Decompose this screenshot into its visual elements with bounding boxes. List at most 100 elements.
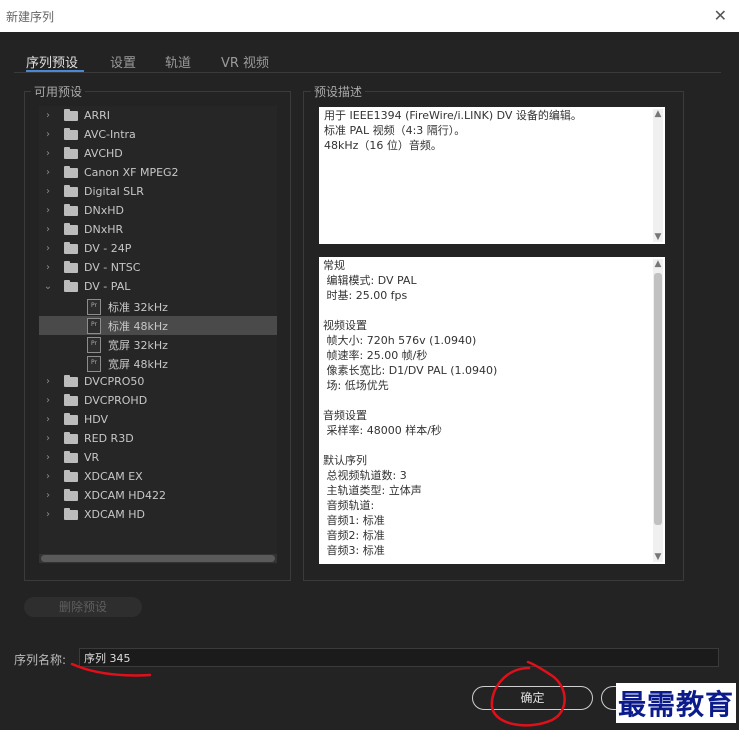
preset-item-label: 宽屏 48kHz <box>108 358 168 371</box>
folder-icon <box>64 280 78 292</box>
details-scrollbar[interactable]: ▲ ▼ <box>653 259 663 562</box>
preset-folder[interactable]: › Canon XF MPEG2 <box>39 164 277 183</box>
chevron-right-icon[interactable]: › <box>43 167 53 178</box>
chevron-down-icon[interactable]: ⌄ <box>43 281 53 292</box>
folder-icon <box>64 413 78 425</box>
preset-folder[interactable]: ⌄ DV - PAL <box>39 278 277 297</box>
folder-icon <box>64 185 78 197</box>
chevron-right-icon[interactable]: › <box>43 224 53 235</box>
chevron-right-icon[interactable]: › <box>43 243 53 254</box>
preset-folder[interactable]: › HDV <box>39 411 277 430</box>
scroll-up-icon[interactable]: ▲ <box>653 109 663 119</box>
chevron-right-icon[interactable]: › <box>43 433 53 444</box>
chevron-right-icon[interactable]: › <box>43 509 53 520</box>
folder-icon <box>64 128 78 140</box>
close-icon[interactable]: ✕ <box>714 6 727 25</box>
details-line: 主轨道类型: 立体声 <box>323 484 422 497</box>
preset-folder[interactable]: › XDCAM EX <box>39 468 277 487</box>
preset-folder[interactable]: › AVC-Intra <box>39 126 277 145</box>
details-line: 总视频轨道数: 3 <box>323 469 407 482</box>
chevron-right-icon[interactable]: › <box>43 414 53 425</box>
preset-folder[interactable]: › DV - NTSC <box>39 259 277 278</box>
preset-folder-label: ARRI <box>84 109 111 122</box>
chevron-right-icon[interactable]: › <box>43 471 53 482</box>
folder-icon <box>64 489 78 501</box>
chevron-right-icon[interactable]: › <box>43 129 53 140</box>
folder-icon <box>64 261 78 273</box>
details-text: 常规 编辑模式: DV PAL 时基: 25.00 fps 视频设置 帧大小: 7… <box>319 257 665 564</box>
chevron-right-icon[interactable]: › <box>43 110 53 121</box>
scroll-down-icon[interactable]: ▼ <box>653 552 663 562</box>
preset-folder[interactable]: › DVCPRO50 <box>39 373 277 392</box>
folder-icon <box>64 242 78 254</box>
tab-settings[interactable]: 设置 <box>110 52 136 71</box>
window-title: 新建序列 <box>6 10 55 24</box>
preset-item-label: 标准 32kHz <box>108 301 168 314</box>
tab-divider <box>14 72 721 73</box>
preset-folder[interactable]: › DNxHR <box>39 221 277 240</box>
preset-tree[interactable]: › ARRI › AVC-Intra › AVCHD › Canon XF MPEG2 › Dig… <box>39 106 277 564</box>
chevron-right-icon[interactable]: › <box>43 186 53 197</box>
details-line: 音频1: 标准 <box>323 514 385 527</box>
preset-folder-label: HDV <box>84 413 109 426</box>
description-text: 用于 IEEE1394 (FireWire/i.LINK) DV 设备的编辑。 … <box>319 107 665 244</box>
details-line: 常规 <box>323 259 345 272</box>
folder-icon <box>64 451 78 463</box>
preset-folder[interactable]: › RED R3D <box>39 430 277 449</box>
preset-folder-label: DV - 24P <box>84 242 132 255</box>
watermark-logo: 最需教育 <box>616 683 737 723</box>
folder-icon <box>64 432 78 444</box>
scrollbar-thumb[interactable] <box>41 555 275 562</box>
preset-item[interactable]: Pr 宽屏 48kHz <box>39 354 277 373</box>
preset-folder-label: DV - PAL <box>84 280 131 293</box>
description-line: 48kHz（16 位）音频。 <box>324 139 442 152</box>
preset-folder-label: DNxHD <box>84 204 124 217</box>
preset-item-label: 标准 48kHz <box>108 320 168 333</box>
preset-folder-label: DNxHR <box>84 223 124 236</box>
preset-folder[interactable]: › DV - 24P <box>39 240 277 259</box>
preset-tree-scrollbar[interactable] <box>39 554 277 563</box>
chevron-right-icon[interactable]: › <box>43 395 53 406</box>
preset-folder[interactable]: › DVCPROHD <box>39 392 277 411</box>
preset-folder-label: XDCAM HD422 <box>84 489 166 502</box>
chevron-right-icon[interactable]: › <box>43 490 53 501</box>
preset-item[interactable]: Pr 标准 32kHz <box>39 297 277 316</box>
chevron-right-icon[interactable]: › <box>43 376 53 387</box>
preset-file-icon: Pr <box>87 299 101 315</box>
chevron-right-icon[interactable]: › <box>43 148 53 159</box>
sequence-name-label: 序列名称: <box>14 653 67 667</box>
folder-icon <box>64 394 78 406</box>
preset-folder[interactable]: › XDCAM HD422 <box>39 487 277 506</box>
tab-vr-video[interactable]: VR 视频 <box>221 52 269 71</box>
tab-tracks[interactable]: 轨道 <box>165 52 191 71</box>
preset-folder-label: XDCAM EX <box>84 470 143 483</box>
tab-sequence-presets[interactable]: 序列预设 <box>26 52 78 71</box>
chevron-right-icon[interactable]: › <box>43 205 53 216</box>
details-line: 默认序列 <box>323 454 367 467</box>
scroll-down-icon[interactable]: ▼ <box>653 232 663 242</box>
scroll-up-icon[interactable]: ▲ <box>653 259 663 269</box>
preset-item[interactable]: Pr 宽屏 32kHz <box>39 335 277 354</box>
ok-button[interactable]: 确定 <box>472 686 593 710</box>
details-line: 音频设置 <box>323 409 367 422</box>
preset-folder[interactable]: › VR <box>39 449 277 468</box>
details-line: 音频2: 标准 <box>323 529 385 542</box>
preset-description-heading: 预设描述 <box>311 83 366 100</box>
description-line: 标准 PAL 视频（4:3 隔行）。 <box>324 124 466 137</box>
preset-folder[interactable]: › ARRI <box>39 107 277 126</box>
preset-item-label: 宽屏 32kHz <box>108 339 168 352</box>
preset-folder[interactable]: › AVCHD <box>39 145 277 164</box>
preset-item[interactable]: Pr 标准 48kHz <box>39 316 277 335</box>
chevron-right-icon[interactable]: › <box>43 262 53 273</box>
preset-folder[interactable]: › XDCAM HD <box>39 506 277 525</box>
delete-preset-button[interactable]: 删除预设 <box>24 597 142 617</box>
folder-icon <box>64 223 78 235</box>
preset-folder[interactable]: › Digital SLR <box>39 183 277 202</box>
scrollbar-thumb[interactable] <box>654 273 662 525</box>
description-scrollbar[interactable]: ▲ ▼ <box>653 109 663 242</box>
sequence-name-input[interactable] <box>79 648 719 667</box>
details-line: 采样率: 48000 样本/秒 <box>323 424 442 437</box>
preset-folder-label: DV - NTSC <box>84 261 141 274</box>
preset-folder[interactable]: › DNxHD <box>39 202 277 221</box>
chevron-right-icon[interactable]: › <box>43 452 53 463</box>
